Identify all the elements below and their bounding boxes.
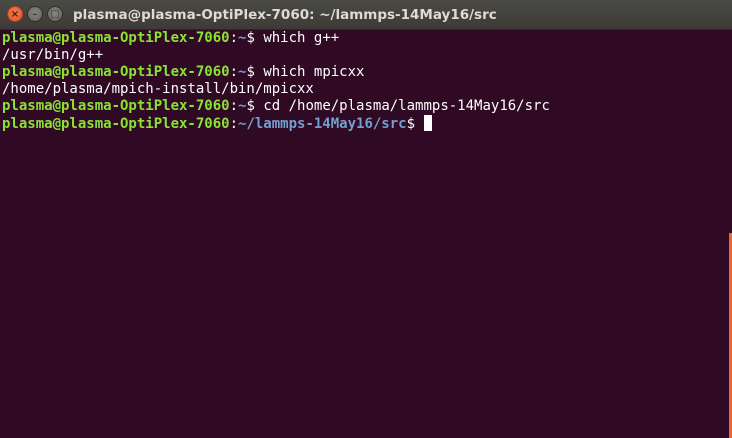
command-text: cd /home/plasma/lammps-14May16/src	[254, 98, 550, 114]
prompt-user-host: plasma@plasma-OptiPlex-7060	[2, 98, 230, 114]
terminal-output[interactable]: plasma@plasma-OptiPlex-7060:~$ which g++…	[0, 30, 730, 438]
prompt-separator: :	[229, 64, 239, 80]
terminal-window: × – □ plasma@plasma-OptiPlex-7060: ~/lam…	[0, 0, 732, 438]
terminal-line-prompt: plasma@plasma-OptiPlex-7060:~$ which mpi…	[2, 64, 730, 81]
prompt-symbol: $	[406, 116, 416, 132]
prompt-path: ~/lammps-14May16/src	[238, 116, 407, 132]
window-title: plasma@plasma-OptiPlex-7060: ~/lammps-14…	[73, 7, 497, 23]
terminal-line-output: /home/plasma/mpich-install/bin/mpicxx	[2, 81, 730, 98]
terminal-line-prompt: plasma@plasma-OptiPlex-7060:~$ which g++	[2, 30, 730, 47]
prompt-user-host: plasma@plasma-OptiPlex-7060	[2, 30, 230, 46]
minimize-icon[interactable]: –	[27, 6, 43, 22]
prompt-user-host: plasma@plasma-OptiPlex-7060	[2, 116, 230, 132]
terminal-line-prompt: plasma@plasma-OptiPlex-7060:~$ cd /home/…	[2, 98, 730, 115]
output-text: /home/plasma/mpich-install/bin/mpicxx	[2, 81, 314, 97]
command-text	[415, 116, 423, 132]
command-text: which mpicxx	[254, 64, 365, 80]
terminal-line-prompt-active: plasma@plasma-OptiPlex-7060:~/lammps-14M…	[2, 115, 730, 132]
title-bar[interactable]: × – □ plasma@plasma-OptiPlex-7060: ~/lam…	[0, 0, 732, 30]
prompt-user-host: plasma@plasma-OptiPlex-7060	[2, 64, 230, 80]
prompt-separator: :	[229, 98, 239, 114]
prompt-symbol: $	[246, 30, 255, 46]
output-text: /usr/bin/g++	[2, 47, 104, 63]
prompt-symbol: $	[246, 98, 255, 114]
maximize-icon[interactable]: □	[47, 6, 63, 22]
prompt-symbol: $	[246, 64, 255, 80]
text-cursor	[424, 115, 433, 131]
command-text: which g++	[254, 30, 340, 46]
close-icon[interactable]: ×	[7, 6, 23, 22]
prompt-separator: :	[229, 30, 239, 46]
prompt-separator: :	[229, 116, 239, 132]
terminal-line-output: /usr/bin/g++	[2, 47, 730, 64]
